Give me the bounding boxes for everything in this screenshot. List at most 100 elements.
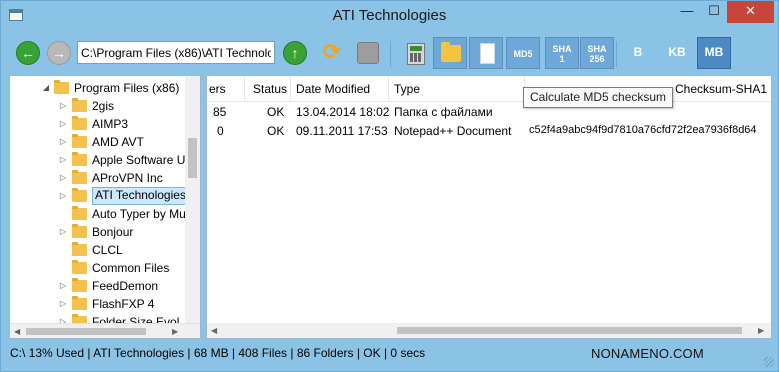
column-header-status[interactable]: Status — [253, 82, 287, 96]
list-horizontal-scrollbar[interactable]: ◀ ▶ — [207, 323, 771, 338]
tree-collapse-icon[interactable]: ◢ — [41, 79, 51, 97]
sha1-button[interactable]: SHA 1 — [545, 37, 579, 69]
tree-expand-icon[interactable]: ▷ — [58, 169, 68, 187]
folder-checksum-button[interactable] — [433, 37, 467, 69]
tree-expand-icon[interactable]: ▷ — [58, 277, 68, 295]
unit-bytes-button[interactable]: B — [621, 37, 655, 69]
folder-icon — [72, 278, 87, 292]
scroll-left-icon[interactable]: ◀ — [211, 326, 217, 335]
unit-kb-button[interactable]: KB — [660, 37, 694, 69]
calculator-button[interactable] — [398, 37, 432, 69]
up-arrow-icon[interactable]: ↑ — [283, 41, 307, 65]
cell-status: OK — [267, 124, 285, 138]
stop-icon[interactable] — [357, 42, 379, 64]
table-row[interactable]: 85 OK 13.04.2014 18:02 Папка с файлами — [207, 103, 771, 121]
tree-item-label: CLCL — [92, 243, 123, 257]
tree-horizontal-scroll-thumb[interactable] — [26, 328, 146, 335]
tree-expand-icon[interactable]: ▷ — [58, 187, 68, 205]
file-list[interactable]: ers Status Date Modified Type Checksum-S… — [206, 75, 772, 339]
cell-date-modified: 13.04.2014 18:02 — [296, 105, 390, 119]
folder-icon — [72, 260, 87, 274]
column-divider[interactable] — [244, 76, 245, 102]
column-header-date-modified[interactable]: Date Modified — [296, 82, 370, 96]
sha1-label-line2: 1 — [559, 54, 565, 64]
tree-item-label: 2gis — [92, 99, 115, 113]
folder-icon — [72, 242, 87, 256]
tree-expand-icon[interactable]: ▷ — [58, 151, 68, 169]
tree-item-label: Common Files — [92, 261, 170, 275]
folder-icon — [72, 224, 87, 238]
unit-mb-button[interactable]: MB — [697, 37, 731, 69]
folder-icon — [72, 296, 87, 310]
tree-vertical-scrollbar[interactable] — [185, 76, 200, 323]
tree-item-label: Bonjour — [92, 225, 134, 239]
back-arrow-icon[interactable]: ← — [16, 41, 40, 65]
folder-icon — [72, 152, 87, 166]
table-row[interactable]: 0 OK 09.11.2011 17:53 Notepad++ Document… — [207, 122, 771, 140]
md5-label: MD5 — [513, 49, 533, 59]
cell-type: Notepad++ Document — [394, 124, 512, 138]
folder-tree[interactable]: ◢ Program Files (x86) ▷ 2gis ▷ AIMP3 ▷ AMD AVT ▷… — [9, 75, 201, 339]
tree-expand-icon[interactable]: ▷ — [58, 97, 68, 115]
tree-item-label: Auto Typer by Mu — [92, 207, 186, 221]
cell-status: OK — [267, 105, 285, 119]
sha256-button[interactable]: SHA 256 — [580, 37, 614, 69]
tree-item-label: AProVPN Inc — [92, 171, 163, 185]
list-horizontal-scroll-thumb[interactable] — [397, 327, 742, 334]
path-input[interactable] — [77, 41, 275, 64]
folder-icon — [441, 42, 461, 62]
tree-expand-icon[interactable]: ▷ — [58, 223, 68, 241]
folder-icon — [72, 188, 87, 202]
column-divider[interactable] — [388, 76, 389, 102]
tree-expand-icon[interactable]: ▷ — [58, 295, 68, 313]
folder-icon — [54, 80, 69, 94]
app-window: ATI Technologies — ☐ ✕ ← → ↑ ⟳ MD5 SHA 1… — [0, 0, 779, 372]
tree-item-label: Program Files (x86) — [74, 81, 180, 95]
brand-watermark: NONAMENO.COM — [591, 346, 704, 361]
close-button[interactable]: ✕ — [727, 1, 774, 23]
cell-size: 85 — [213, 105, 227, 119]
tree-item-label: ATI Technologies — [92, 187, 189, 205]
scroll-right-icon[interactable]: ▶ — [758, 326, 764, 335]
folder-icon — [72, 116, 87, 130]
scroll-left-icon[interactable]: ◀ — [14, 327, 20, 336]
tree-item-label: Apple Software U — [92, 153, 186, 167]
cell-type: Папка с файлами — [394, 105, 493, 119]
tree-item-label: FlashFXP 4 — [92, 297, 155, 311]
column-header-checksum-sha1[interactable]: Checksum-SHA1 — [675, 82, 767, 96]
status-bar: C:\ 13% Used | ATI Technologies | 68 MB … — [1, 340, 778, 371]
toolbar-separator — [616, 41, 617, 67]
md5-tooltip: Calculate MD5 checksum — [523, 87, 674, 108]
forward-arrow-icon[interactable]: → — [47, 41, 71, 65]
cell-size: 0 — [217, 124, 224, 138]
tree-item-label: FeedDemon — [92, 279, 159, 293]
file-checksum-button[interactable] — [469, 37, 503, 69]
folder-icon — [72, 98, 87, 112]
minimize-button[interactable]: — — [673, 1, 701, 23]
title-bar: ATI Technologies — ☐ ✕ — [1, 1, 778, 31]
tree-horizontal-scrollbar[interactable]: ◀ ▶ — [10, 323, 200, 338]
cell-checksum: c52f4a9abc94f9d7810a76cfd72f2ea7936f8d64 — [529, 124, 757, 136]
tree-item-label: AMD AVT — [92, 135, 144, 149]
column-header-type[interactable]: Type — [394, 82, 420, 96]
refresh-icon[interactable]: ⟳ — [319, 40, 345, 66]
column-header-size[interactable]: ers — [209, 82, 226, 96]
status-text: C:\ 13% Used | ATI Technologies | 68 MB … — [10, 346, 426, 360]
tree-expand-icon[interactable]: ▷ — [58, 133, 68, 151]
resize-grip-icon[interactable] — [764, 357, 774, 367]
maximize-button[interactable]: ☐ — [701, 1, 727, 23]
toolbar-separator — [390, 41, 391, 67]
scroll-right-icon[interactable]: ▶ — [172, 327, 178, 336]
window-title: ATI Technologies — [332, 7, 447, 24]
folder-icon — [72, 206, 87, 220]
tree-vertical-scroll-thumb[interactable] — [188, 138, 197, 178]
cell-date-modified: 09.11.2011 17:53 — [296, 124, 388, 138]
column-divider[interactable] — [290, 76, 291, 102]
sha1-label-line1: SHA — [552, 44, 572, 54]
folder-icon — [72, 134, 87, 148]
list-header: ers Status Date Modified Type Checksum-S… — [207, 76, 771, 102]
document-icon — [480, 43, 495, 64]
toolbar: ← → ↑ ⟳ MD5 SHA 1 SHA 256 B KB MB — [1, 31, 778, 75]
tree-expand-icon[interactable]: ▷ — [58, 115, 68, 133]
md5-button[interactable]: MD5 — [506, 37, 540, 69]
